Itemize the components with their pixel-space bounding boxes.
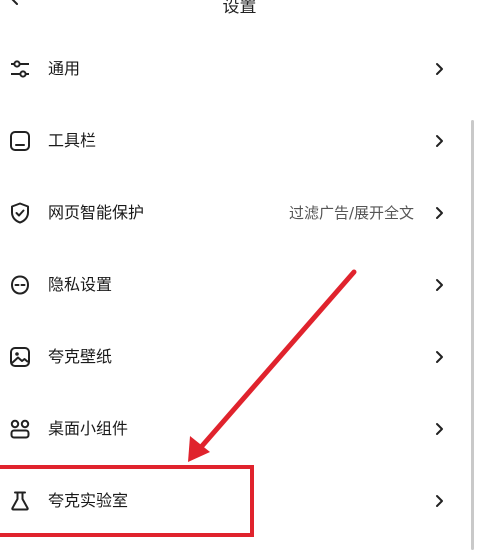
settings-screen: 设置 通用 工具栏 网页智能保护 过滤广告/展开全文 隐私设置 夸克壁纸 桌面小… [0, 0, 479, 550]
settings-item-label: 夸克实验室 [48, 491, 129, 510]
chevron-right-icon [436, 63, 443, 75]
settings-item-label: 工具栏 [48, 131, 97, 150]
header: 设置 [0, 0, 479, 17]
widgets-icon [10, 419, 30, 439]
chevron-right-icon [436, 351, 443, 363]
chevron-right-icon [436, 135, 443, 147]
settings-item-toolbar[interactable]: 工具栏 [0, 105, 479, 177]
settings-item-widgets[interactable]: 桌面小组件 [0, 393, 479, 465]
settings-item-general[interactable]: 通用 [0, 33, 479, 105]
chevron-right-icon [436, 279, 443, 291]
toolbar-icon [10, 131, 30, 151]
chevron-right-icon [436, 495, 443, 507]
privacy-mask-icon [10, 275, 30, 295]
page-title: 设置 [222, 0, 257, 17]
settings-item-label: 网页智能保护 [48, 203, 145, 222]
settings-item-lab[interactable]: 夸克实验室 [0, 465, 479, 537]
settings-item-privacy[interactable]: 隐私设置 [0, 249, 479, 321]
settings-item-value: 过滤广告/展开全文 [288, 204, 414, 222]
wallpaper-icon [10, 347, 30, 367]
settings-item-web-protection[interactable]: 网页智能保护 过滤广告/展开全文 [0, 177, 479, 249]
settings-list: 通用 工具栏 网页智能保护 过滤广告/展开全文 隐私设置 夸克壁纸 桌面小组件 … [0, 33, 479, 537]
chevron-right-icon [436, 207, 443, 219]
shield-check-icon [11, 202, 29, 224]
settings-item-label: 通用 [48, 59, 81, 78]
settings-item-label: 隐私设置 [48, 275, 113, 294]
scrollbar[interactable] [471, 120, 474, 550]
settings-item-label: 桌面小组件 [48, 419, 129, 438]
settings-item-wallpaper[interactable]: 夸克壁纸 [0, 321, 479, 393]
flask-icon [11, 491, 29, 511]
chevron-right-icon [436, 423, 443, 435]
sliders-icon [11, 60, 29, 78]
settings-item-label: 夸克壁纸 [48, 347, 113, 366]
